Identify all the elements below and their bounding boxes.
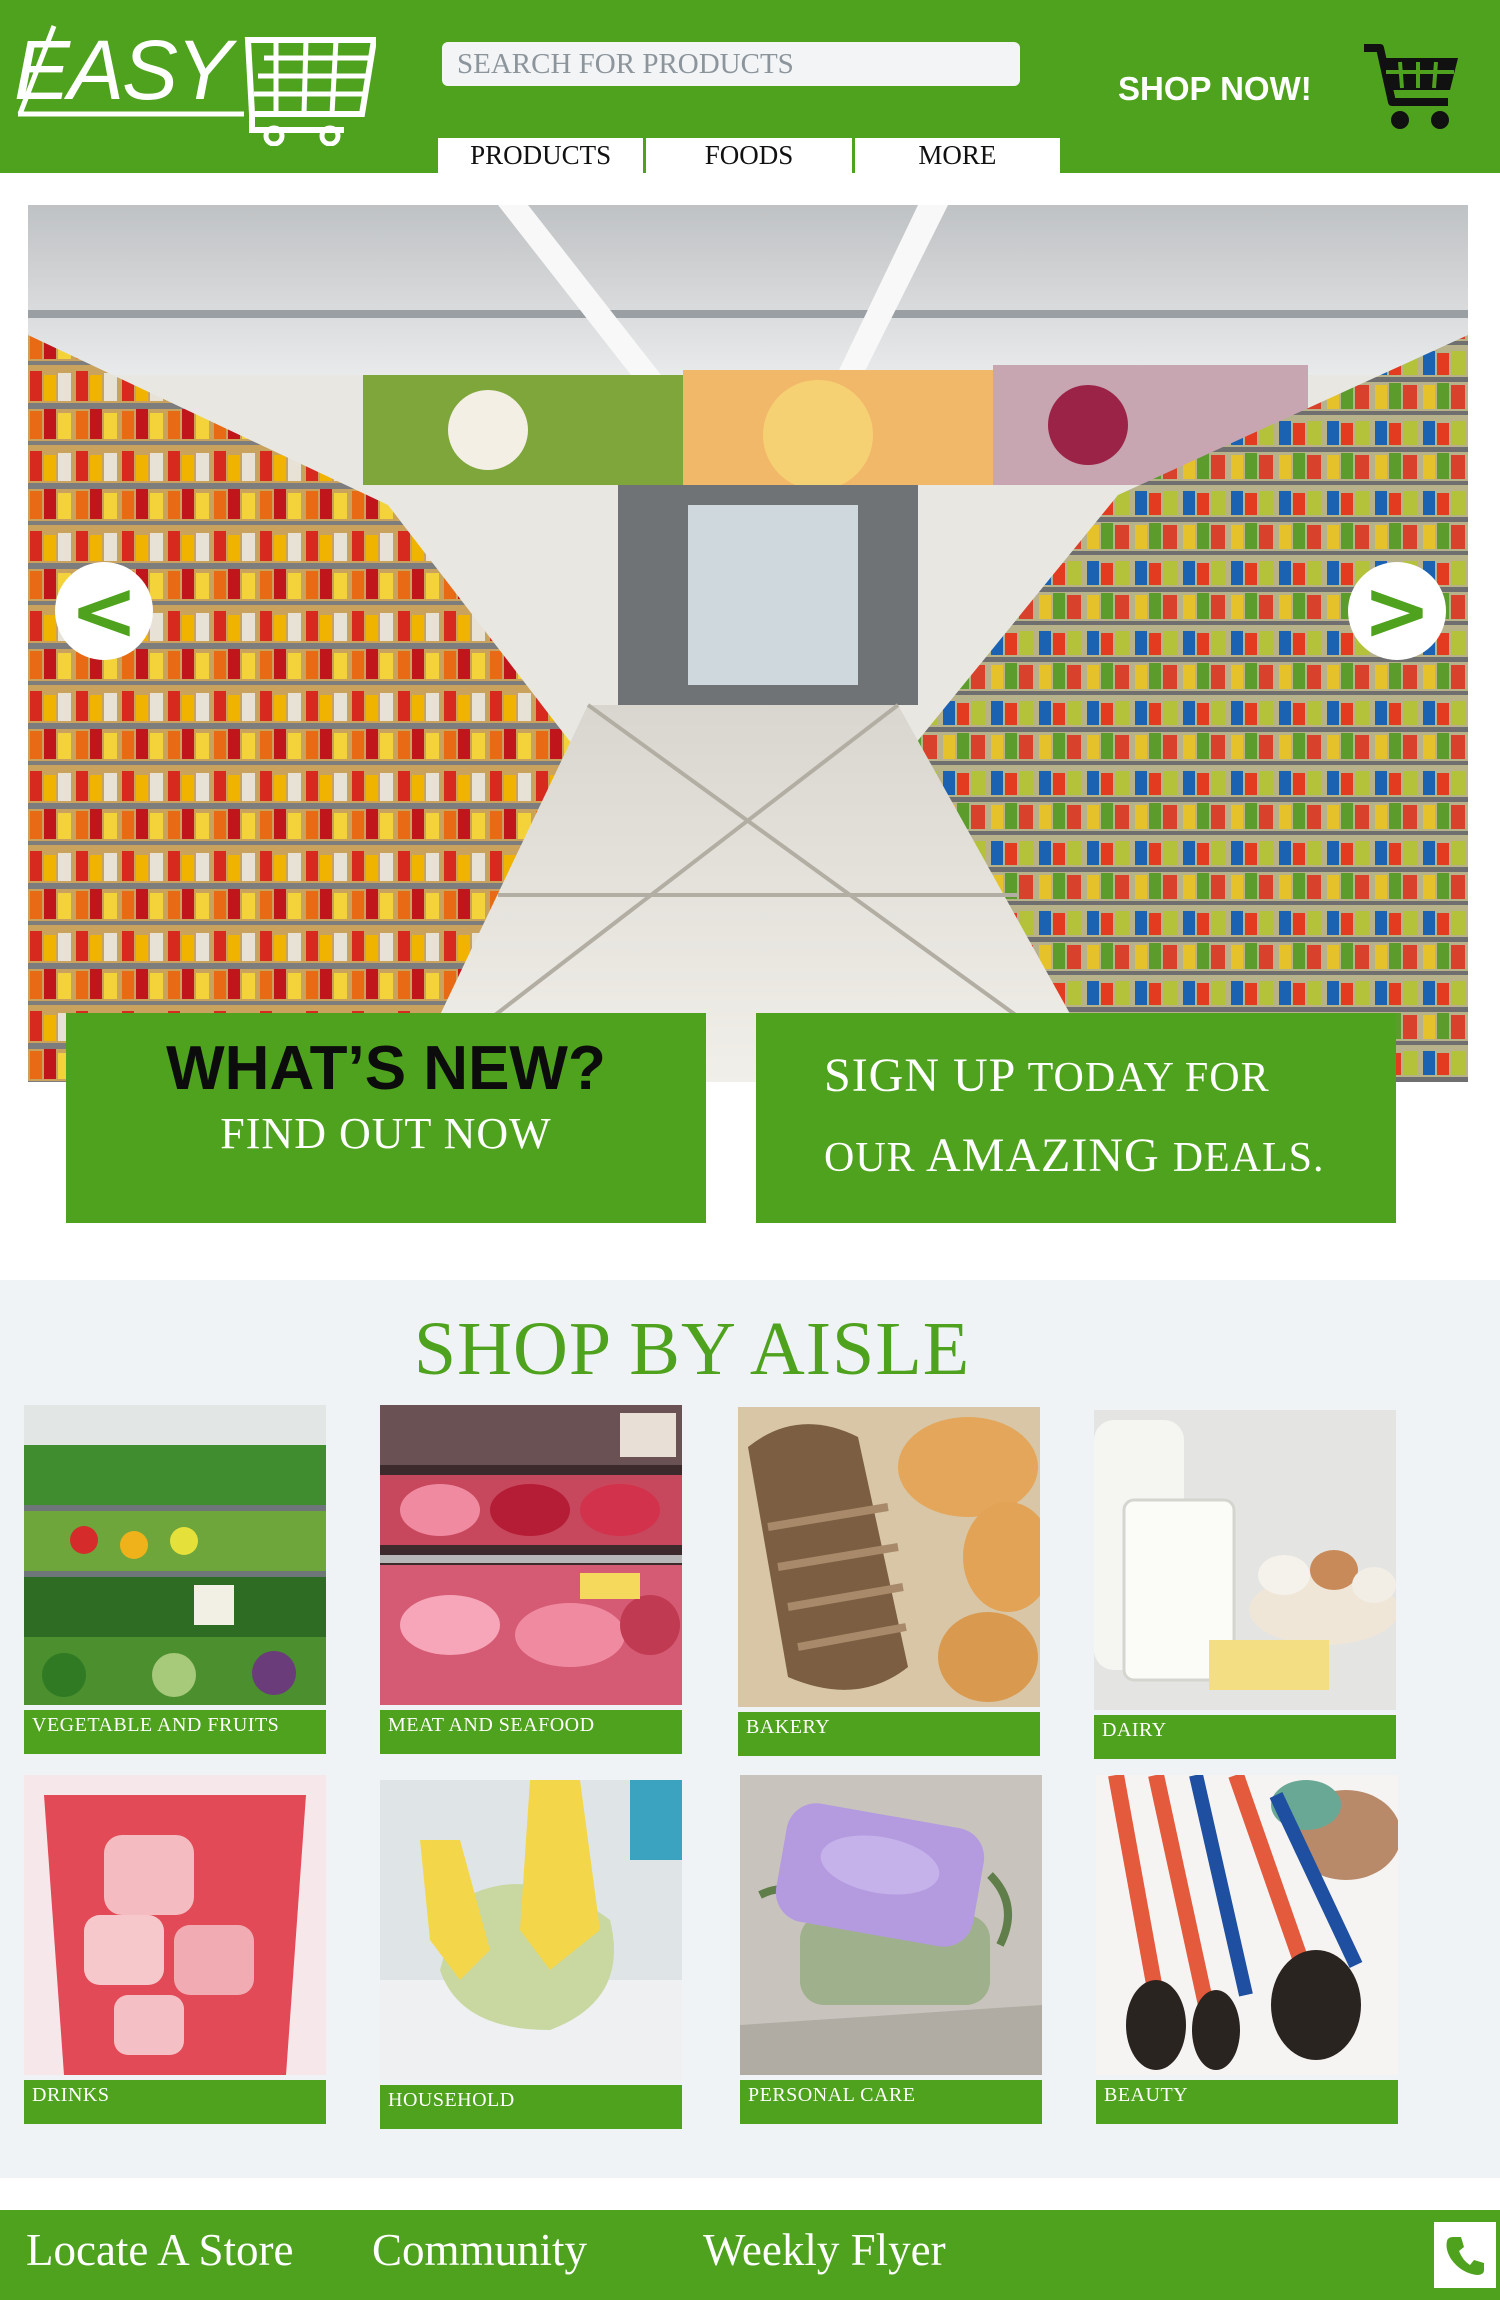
signup-line-1: SIGN UP TODAY FOR (824, 1049, 1270, 1102)
search-placeholder: SEARCH FOR PRODUCTS (457, 47, 794, 80)
community-link[interactable]: Community (372, 2224, 587, 2276)
site-footer: Locate A Store Community Weekly Flyer (0, 2210, 1500, 2300)
aisle-label: BEAUTY (1096, 2080, 1398, 2124)
aisle-tile-household[interactable]: HOUSEHOLD (380, 1780, 682, 2129)
phone-icon (1446, 2237, 1484, 2275)
carousel-prev-button[interactable]: < (55, 562, 153, 660)
aisle-tile-dairy[interactable]: DAIRY (1094, 1410, 1399, 1759)
search-input[interactable]: SEARCH FOR PRODUCTS (442, 42, 1020, 86)
aisle-label: DAIRY (1094, 1715, 1396, 1759)
shop-by-aisle-section: SHOP BY AISLE VEGETABLE AND FRUITS MEAT … (0, 1280, 1500, 2178)
nav-products[interactable]: PRODUCTS (438, 138, 647, 173)
supermarket-aisle-image (28, 205, 1468, 1082)
carousel-next-button[interactable]: > (1348, 562, 1446, 660)
whats-new-headline: WHAT’S NEW? (166, 1034, 606, 1103)
aisle-label: PERSONAL CARE (740, 2080, 1042, 2124)
aisle-label: BAKERY (738, 1712, 1040, 1756)
aisle-tile-drinks[interactable]: DRINKS (24, 1775, 326, 2124)
household-image (380, 1780, 682, 2080)
dairy-image (1094, 1410, 1399, 1710)
aisle-tile-vegetables[interactable]: VEGETABLE AND FRUITS (24, 1405, 326, 1754)
shop-now-button[interactable]: SHOP NOW! (1118, 70, 1312, 108)
aisle-tile-personal-care[interactable]: PERSONAL CARE (740, 1775, 1042, 2124)
shopping-cart-icon[interactable] (1362, 40, 1462, 132)
site-header: EASY SEARCH FOR PRODUCTS PRODUCTS FOODS … (0, 0, 1500, 173)
whats-new-banner[interactable]: WHAT’S NEW? FIND OUT NOW (66, 1013, 706, 1223)
aisle-tile-meat[interactable]: MEAT AND SEAFOOD (380, 1405, 682, 1754)
section-title: SHOP BY AISLE (413, 1307, 971, 1391)
hero-carousel: < > (28, 205, 1468, 1082)
phone-button[interactable] (1434, 2222, 1496, 2288)
main-nav: PRODUCTS FOODS MORE (438, 138, 1060, 173)
vegetables-image (24, 1405, 326, 1705)
personal-care-image (740, 1775, 1042, 2075)
easy-logo[interactable]: EASY (14, 18, 378, 147)
aisle-label: MEAT AND SEAFOOD (380, 1710, 682, 1754)
bakery-image (738, 1407, 1053, 1707)
meat-seafood-image (380, 1405, 682, 1705)
find-out-now-text: FIND OUT NOW (220, 1109, 552, 1158)
signup-line-2: OUR AMAZING DEALS. (824, 1129, 1325, 1182)
chevron-right-icon: > (1362, 563, 1432, 659)
aisle-tile-bakery[interactable]: BAKERY (738, 1407, 1053, 1756)
beauty-image (1096, 1772, 1401, 2075)
nav-foods[interactable]: FOODS (646, 138, 855, 173)
drinks-image (24, 1775, 326, 2075)
nav-more[interactable]: MORE (855, 138, 1060, 173)
aisle-label: DRINKS (24, 2080, 326, 2124)
locate-store-link[interactable]: Locate A Store (26, 2224, 293, 2276)
aisle-label: VEGETABLE AND FRUITS (24, 1710, 326, 1754)
weekly-flyer-link[interactable]: Weekly Flyer (703, 2224, 946, 2276)
chevron-left-icon: < (69, 563, 139, 659)
logo-text: EASY (14, 23, 232, 117)
signup-banner[interactable]: SIGN UP TODAY FOR OUR AMAZING DEALS. (756, 1013, 1396, 1223)
aisle-tile-beauty[interactable]: BEAUTY (1096, 1772, 1401, 2124)
aisle-label: HOUSEHOLD (380, 2085, 682, 2129)
